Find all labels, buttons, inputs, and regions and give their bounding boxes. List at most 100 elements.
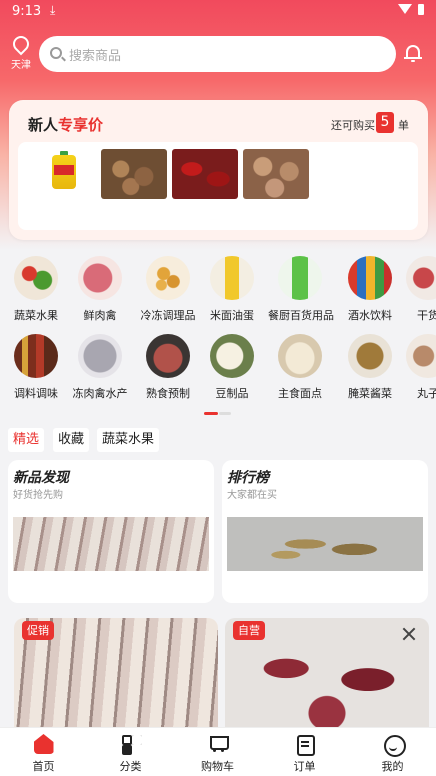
ranking-card[interactable]: 排行榜 大家都在买 bbox=[222, 460, 428, 603]
category-label: 腌菜酱菜 bbox=[348, 387, 392, 400]
category-label: 干货 bbox=[417, 309, 436, 322]
category-thumb bbox=[146, 334, 190, 378]
location-pin-icon bbox=[9, 32, 33, 56]
category-label: 鲜肉禽 bbox=[83, 309, 117, 322]
category-thumb bbox=[78, 256, 122, 300]
notification-bell-icon[interactable] bbox=[404, 44, 422, 62]
tab-vegetables-fruits[interactable]: 蔬菜水果 bbox=[97, 428, 160, 452]
feed-item-self-operated[interactable]: 自营 bbox=[225, 618, 429, 730]
category-label: 主食面点 bbox=[278, 387, 322, 400]
card-title: 新品发现 bbox=[13, 470, 69, 486]
page-dot bbox=[219, 412, 231, 415]
page-dot-active bbox=[204, 412, 218, 415]
category-meatballs[interactable]: 丸子 bbox=[396, 334, 436, 401]
category-tofu[interactable]: 豆制品 bbox=[200, 334, 264, 401]
search-bar[interactable]: 搜索商品 bbox=[39, 36, 396, 72]
new-arrivals-card[interactable]: 新品发现 好货抢先购 bbox=[8, 460, 214, 603]
category-frozen-seafood[interactable]: 冻肉禽水产 bbox=[68, 334, 132, 401]
category-grid-icon bbox=[121, 734, 141, 754]
battery-icon bbox=[418, 4, 424, 15]
category-label: 米面油蛋 bbox=[210, 309, 254, 322]
card-image bbox=[227, 517, 423, 571]
bottom-nav: 首页 分类 购物车 订单 我的 bbox=[0, 727, 436, 776]
self-operated-badge: 自营 bbox=[233, 621, 265, 640]
feed-item-promo[interactable]: 促销 bbox=[14, 618, 218, 730]
status-bar: 9:13 ⤓ bbox=[0, 0, 436, 26]
category-label: 餐厨百货用品 bbox=[268, 309, 334, 322]
category-thumb bbox=[278, 256, 322, 300]
profile-icon bbox=[383, 734, 406, 757]
category-label: 冷冻调理品 bbox=[140, 309, 196, 322]
nav-home[interactable]: 首页 bbox=[0, 728, 87, 776]
tab-featured[interactable]: 精选 bbox=[8, 428, 45, 452]
category-staple-noodles[interactable]: 主食面点 bbox=[268, 334, 332, 401]
card-image bbox=[13, 517, 209, 571]
category-kitchen-supplies[interactable]: 餐厨百货用品 bbox=[268, 256, 334, 323]
category-thumb bbox=[278, 334, 322, 378]
category-rice-flour-oil-egg[interactable]: 米面油蛋 bbox=[200, 256, 264, 323]
promo-product-nuts[interactable] bbox=[243, 149, 309, 199]
nav-label: 订单 bbox=[293, 760, 316, 773]
location-selector[interactable]: 天津 bbox=[8, 32, 34, 71]
category-frozen-prepared[interactable]: 冷冻调理品 bbox=[136, 256, 200, 323]
category-thumb bbox=[406, 334, 436, 378]
category-thumb bbox=[348, 256, 392, 300]
card-title: 排行榜 bbox=[227, 470, 269, 486]
promo-badge: 促销 bbox=[22, 621, 54, 640]
nav-label: 我的 bbox=[381, 760, 404, 773]
promo-product-oil-jug[interactable] bbox=[31, 149, 97, 199]
category-label: 熟食预制 bbox=[146, 387, 190, 400]
promo-title-new: 新人 bbox=[28, 116, 59, 134]
promo-remain-unit: 单 bbox=[398, 119, 409, 132]
card-subtitle: 好货抢先购 bbox=[13, 490, 63, 501]
category-dry-goods[interactable]: 干货 bbox=[396, 256, 436, 323]
nav-label: 分类 bbox=[119, 760, 142, 773]
category-drinks[interactable]: 酒水饮料 bbox=[338, 256, 402, 323]
category-thumb bbox=[406, 256, 436, 300]
category-cooked-food[interactable]: 熟食预制 bbox=[136, 334, 200, 401]
category-label: 调料调味 bbox=[14, 387, 58, 400]
category-pickles[interactable]: 腌菜酱菜 bbox=[338, 334, 402, 401]
category-page-indicator bbox=[204, 412, 231, 431]
status-time: 9:13 bbox=[12, 4, 42, 19]
nav-cart[interactable]: 购物车 bbox=[174, 728, 261, 776]
nav-label: 购物车 bbox=[201, 760, 234, 773]
category-vegetables-fruits[interactable]: 蔬菜水果 bbox=[4, 256, 68, 323]
nav-orders[interactable]: 订单 bbox=[261, 728, 348, 776]
category-label: 丸子 bbox=[417, 387, 436, 400]
home-icon bbox=[33, 734, 54, 754]
promo-title-price: 专享价 bbox=[58, 116, 104, 134]
category-thumb bbox=[210, 256, 254, 300]
nav-label: 首页 bbox=[32, 760, 55, 773]
category-grid: 蔬菜水果 鲜肉禽 冷冻调理品 米面油蛋 餐厨百货用品 酒水饮料 干货 调料调味 … bbox=[0, 256, 436, 406]
promo-remain-label: 还可购买 bbox=[331, 119, 375, 132]
category-label: 豆制品 bbox=[215, 387, 249, 400]
card-subtitle: 大家都在买 bbox=[227, 490, 277, 501]
promo-product-mushrooms[interactable] bbox=[101, 149, 167, 199]
category-thumb bbox=[210, 334, 254, 378]
cart-icon bbox=[208, 734, 229, 754]
search-placeholder: 搜索商品 bbox=[69, 49, 122, 64]
category-seasonings[interactable]: 调料调味 bbox=[4, 334, 68, 401]
wifi-icon bbox=[398, 4, 412, 14]
search-icon bbox=[50, 47, 62, 59]
category-thumb bbox=[348, 334, 392, 378]
promo-product-chili[interactable] bbox=[172, 149, 238, 199]
category-thumb bbox=[14, 334, 58, 378]
category-label: 酒水饮料 bbox=[348, 309, 392, 322]
tab-favorites[interactable]: 收藏 bbox=[53, 428, 90, 452]
category-fresh-meat[interactable]: 鲜肉禽 bbox=[68, 256, 132, 323]
promo-product-strip bbox=[18, 142, 418, 230]
category-thumb bbox=[14, 256, 58, 300]
download-icon: ⤓ bbox=[50, 3, 56, 17]
location-city: 天津 bbox=[11, 60, 31, 71]
category-label: 冻肉禽水产 bbox=[72, 387, 128, 400]
nav-profile[interactable]: 我的 bbox=[349, 728, 436, 776]
new-user-promo-card[interactable]: 新人 专享价 还可购买 5 单 bbox=[9, 100, 428, 240]
order-list-icon bbox=[295, 734, 315, 756]
category-thumb bbox=[78, 334, 122, 378]
close-icon[interactable] bbox=[399, 624, 419, 644]
category-label: 蔬菜水果 bbox=[14, 309, 58, 322]
nav-category[interactable]: 分类 bbox=[87, 728, 174, 776]
promo-remain-count: 5 bbox=[376, 112, 394, 133]
